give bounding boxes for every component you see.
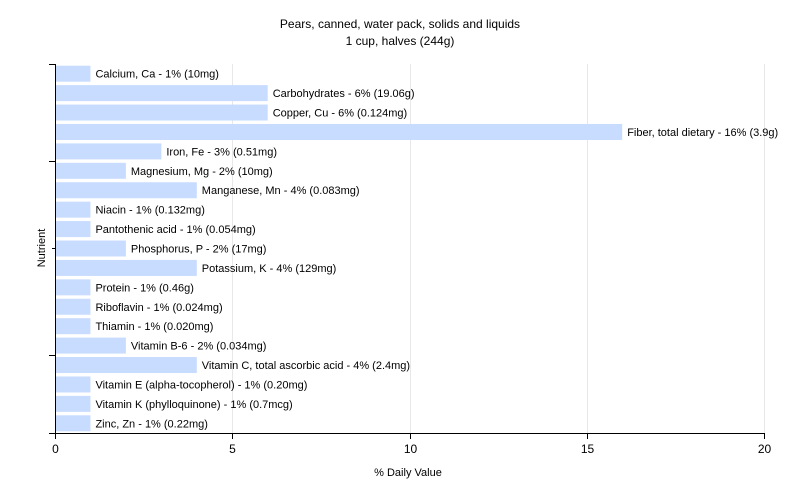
bar: [56, 104, 268, 121]
bar: [56, 259, 197, 276]
data-label: Protein - 1% (0.46g): [95, 282, 193, 294]
data-label: Thiamin - 1% (0.020mg): [95, 321, 213, 333]
bar: [56, 240, 126, 257]
data-label: Copper, Cu - 6% (0.124mg): [273, 108, 408, 120]
data-label: Riboflavin - 1% (0.024mg): [95, 302, 222, 314]
data-label: Phosphorus, P - 2% (17mg): [131, 244, 267, 256]
bar: [56, 65, 91, 82]
data-label: Niacin - 1% (0.132mg): [95, 205, 204, 217]
data-label: Vitamin E (alpha-tocopherol) - 1% (0.20m…: [95, 379, 307, 391]
bar: [56, 376, 91, 393]
data-label: Vitamin K (phylloquinone) - 1% (0.7mcg): [95, 399, 292, 411]
bar: [56, 123, 623, 140]
data-label: Vitamin C, total ascorbic acid - 4% (2.4…: [202, 360, 410, 372]
x-tick-label: 20: [758, 442, 772, 456]
bar: [56, 357, 197, 374]
data-label: Manganese, Mn - 4% (0.083mg): [202, 185, 360, 197]
x-tick-label: 5: [229, 442, 236, 456]
bar: [56, 318, 91, 335]
bar: [56, 182, 197, 199]
data-label: Calcium, Ca - 1% (10mg): [95, 69, 218, 81]
bar: [56, 221, 91, 238]
bar: [56, 337, 126, 354]
bar: [56, 162, 126, 179]
x-axis-label: % Daily Value: [374, 467, 442, 479]
bar: [56, 201, 91, 218]
data-label: Pantothenic acid - 1% (0.054mg): [95, 224, 255, 236]
data-label: Magnesium, Mg - 2% (10mg): [131, 166, 273, 178]
data-label: Zinc, Zn - 1% (0.22mg): [95, 418, 207, 430]
y-axis-label: Nutrient: [36, 229, 48, 268]
data-label: Vitamin B-6 - 2% (0.034mg): [131, 341, 267, 353]
bar: [56, 298, 91, 315]
data-label: Iron, Fe - 3% (0.51mg): [166, 146, 277, 158]
bar: [56, 85, 268, 102]
x-tick-label: 15: [581, 442, 595, 456]
x-tick-label: 0: [52, 442, 59, 456]
data-label: Potassium, K - 4% (129mg): [202, 263, 336, 275]
bar: [56, 279, 91, 296]
bar-chart: Calcium, Ca - 1% (10mg) Carbohydrates - 6…: [36, 64, 778, 479]
bar: [56, 143, 162, 160]
data-label: Carbohydrates - 6% (19.06g): [273, 88, 415, 100]
x-tick-label: 10: [404, 442, 418, 456]
bar: [56, 395, 91, 412]
bar: [56, 415, 91, 432]
bars: Calcium, Ca - 1% (10mg) Carbohydrates - 6…: [56, 65, 778, 432]
data-label: Fiber, total dietary - 16% (3.9g): [627, 127, 778, 139]
